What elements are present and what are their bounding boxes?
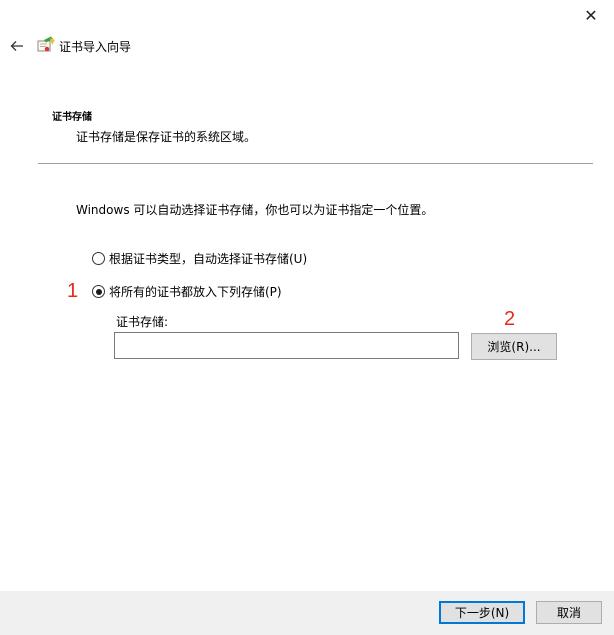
next-button[interactable]: 下一步(N) — [439, 601, 525, 624]
section-title: 证书存储 — [52, 112, 92, 123]
close-icon: ✕ — [584, 5, 598, 25]
store-field-label: 证书存储: — [116, 315, 169, 329]
certificate-store-input[interactable] — [114, 332, 459, 359]
radio-auto-select-store[interactable]: 根据证书类型，自动选择证书存储(U) — [92, 250, 307, 267]
header-divider — [38, 163, 593, 164]
intro-text: Windows 可以自动选择证书存储，你也可以为证书指定一个位置。 — [76, 203, 434, 217]
wizard-title: 证书导入向导 — [59, 40, 132, 54]
section-description: 证书存储是保存证书的系统区域。 — [76, 130, 257, 144]
radio-label[interactable]: 将所有的证书都放入下列存储(P) — [109, 283, 282, 300]
back-arrow-icon — [10, 41, 23, 51]
annotation-marker-1: 1 — [67, 280, 79, 302]
radio-label[interactable]: 根据证书类型，自动选择证书存储(U) — [109, 250, 307, 267]
browse-button[interactable]: 浏览(R)... — [471, 333, 557, 360]
radio-place-in-store[interactable]: 将所有的证书都放入下列存储(P) — [92, 283, 282, 300]
cancel-button[interactable]: 取消 — [536, 601, 602, 624]
radio-circle-checked[interactable] — [92, 285, 105, 298]
close-button[interactable]: ✕ — [568, 0, 614, 30]
certificate-wizard-icon — [37, 36, 55, 52]
annotation-marker-2: 2 — [504, 308, 516, 330]
radio-circle[interactable] — [92, 252, 105, 265]
back-button[interactable] — [6, 35, 28, 57]
